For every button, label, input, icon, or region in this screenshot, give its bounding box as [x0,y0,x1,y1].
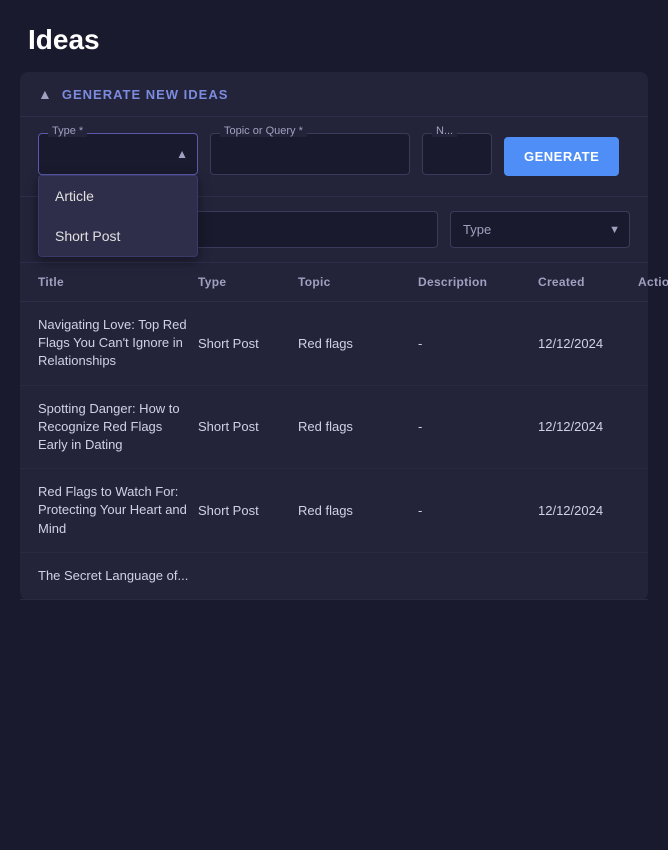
topic-field-group: Topic or Query * [210,133,410,175]
cell-title: The Secret Language of... [38,567,198,585]
col-topic: Topic [298,275,418,289]
cell-type: Short Post [198,419,298,434]
cell-actions: ✏ 🗑 [638,405,668,449]
cell-created: 12/12/2024 [538,336,638,351]
col-actions: Actions [638,275,668,289]
cell-topic: Red flags [298,336,418,351]
number-label: N... [432,125,457,137]
cell-actions: ✏ 🗑 [638,321,668,365]
topic-label: Topic or Query * [220,125,307,137]
cell-description: - [418,336,538,351]
type-dropdown: Article Short Post [38,175,198,257]
table-container: Title Type Topic Description Created Act… [20,263,648,600]
table-row: Spotting Danger: How to Recognize Red Fl… [20,386,648,470]
page-header: Ideas [0,0,668,72]
table-header: Title Type Topic Description Created Act… [20,263,648,302]
dropdown-item-article[interactable]: Article [39,176,197,216]
cell-actions: ✏ 🗑 [638,488,668,532]
col-type: Type [198,275,298,289]
cell-created: 12/12/2024 [538,419,638,434]
delete-button[interactable]: 🗑 [664,429,668,449]
cell-description: - [418,503,538,518]
page-title: Ideas [28,24,640,56]
delete-button[interactable]: 🗑 [664,512,668,532]
cell-created: 12/12/2024 [538,503,638,518]
type-select-wrapper: Article Short Post ▲ Article Short Post [38,133,198,175]
number-field-group: N... [422,133,492,175]
cell-type: Short Post [198,336,298,351]
table-row: Red Flags to Watch For: Protecting Your … [20,469,648,553]
number-input[interactable] [422,133,492,175]
generate-section-header[interactable]: ▲ GENERATE NEW IDEAS [20,72,648,117]
cell-title: Spotting Danger: How to Recognize Red Fl… [38,400,198,455]
form-row: Type * Article Short Post ▲ Article Shor… [38,133,630,176]
cell-topic: Red flags [298,503,418,518]
table-row: Navigating Love: Top Red Flags You Can't… [20,302,648,386]
generate-label: GENERATE NEW IDEAS [62,87,229,102]
chevron-up-icon: ▲ [38,86,52,102]
col-title: Title [38,275,198,289]
cell-title: Navigating Love: Top Red Flags You Can't… [38,316,198,371]
cell-type: Short Post [198,503,298,518]
main-card: ▲ GENERATE NEW IDEAS Type * Article Shor… [20,72,648,600]
cell-title: Red Flags to Watch For: Protecting Your … [38,483,198,538]
cell-topic: Red flags [298,419,418,434]
type-filter-wrapper: Type Article Short Post ▼ [450,211,630,248]
type-label: Type * [48,125,87,137]
type-filter-select[interactable]: Type Article Short Post [450,211,630,248]
type-field-group: Type * Article Short Post ▲ Article Shor… [38,133,198,175]
delete-button[interactable]: 🗑 [664,345,668,365]
cell-description: - [418,419,538,434]
col-description: Description [418,275,538,289]
table-row: The Secret Language of... [20,553,648,600]
generate-form: Type * Article Short Post ▲ Article Shor… [20,117,648,197]
generate-button[interactable]: GENERATE [504,137,619,176]
dropdown-item-short-post[interactable]: Short Post [39,216,197,256]
col-created: Created [538,275,638,289]
type-select[interactable]: Article Short Post [38,133,198,175]
topic-input[interactable] [210,133,410,175]
